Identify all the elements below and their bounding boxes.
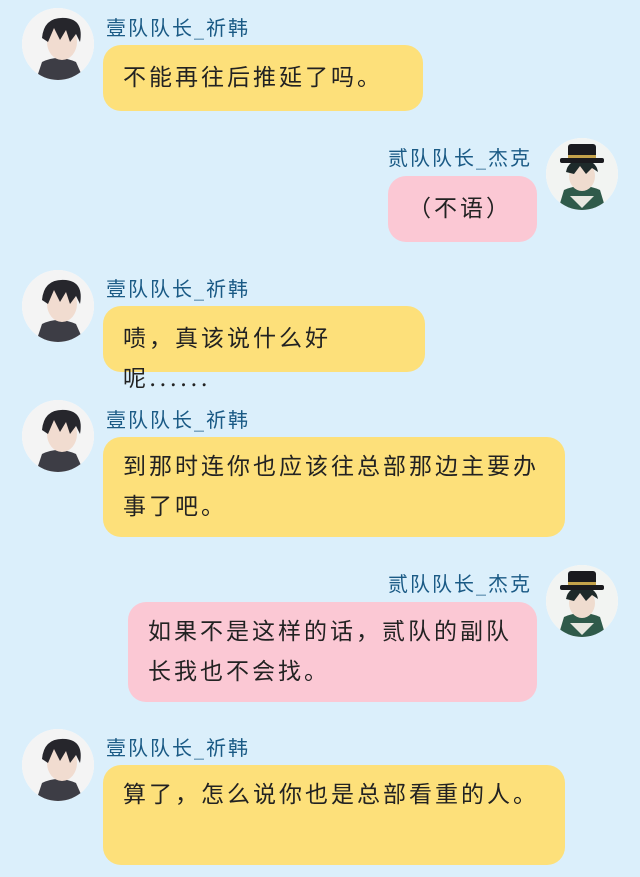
message-text: 如果不是这样的话，贰队的副队长我也不会找。 bbox=[148, 619, 512, 685]
message-bubble[interactable]: （不语） bbox=[388, 176, 537, 242]
message-bubble[interactable]: 到那时连你也应该往总部那边主要办事了吧。 bbox=[103, 437, 565, 537]
jack-avatar[interactable] bbox=[546, 138, 618, 210]
message-bubble[interactable]: 不能再往后推延了吗。 bbox=[103, 45, 423, 111]
message-text: （不语） bbox=[408, 196, 512, 222]
sender-name: 壹队队长_祈韩 bbox=[106, 16, 250, 40]
message-bubble[interactable]: 如果不是这样的话，贰队的副队长我也不会找。 bbox=[128, 602, 537, 702]
sender-name: 贰队队长_杰克 bbox=[388, 572, 532, 596]
jack-avatar[interactable] bbox=[546, 565, 618, 637]
message-text: 到那时连你也应该往总部那边主要办事了吧。 bbox=[123, 454, 539, 520]
sender-name: 壹队队长_祈韩 bbox=[106, 736, 250, 760]
message-text: 啧，真该说什么好呢...... bbox=[123, 326, 331, 392]
message-bubble[interactable]: 啧，真该说什么好呢...... bbox=[103, 306, 425, 392]
message-text: 不能再往后推延了吗。 bbox=[123, 65, 383, 91]
sender-name: 壹队队长_祈韩 bbox=[106, 408, 250, 432]
message-bubble[interactable]: 算了，怎么说你也是总部看重的人。 bbox=[103, 765, 565, 865]
message-text: 算了，怎么说你也是总部看重的人。 bbox=[123, 782, 539, 808]
qihan-avatar[interactable] bbox=[22, 270, 94, 342]
qihan-avatar[interactable] bbox=[22, 400, 94, 472]
qihan-avatar[interactable] bbox=[22, 729, 94, 801]
chat-log: 壹队队长_祈韩 不能再往后推延了吗。 贰队队长_杰克 （不语） 壹队队长_祈韩 … bbox=[0, 0, 640, 877]
qihan-avatar[interactable] bbox=[22, 8, 94, 80]
sender-name: 贰队队长_杰克 bbox=[388, 146, 532, 170]
sender-name: 壹队队长_祈韩 bbox=[106, 277, 250, 301]
